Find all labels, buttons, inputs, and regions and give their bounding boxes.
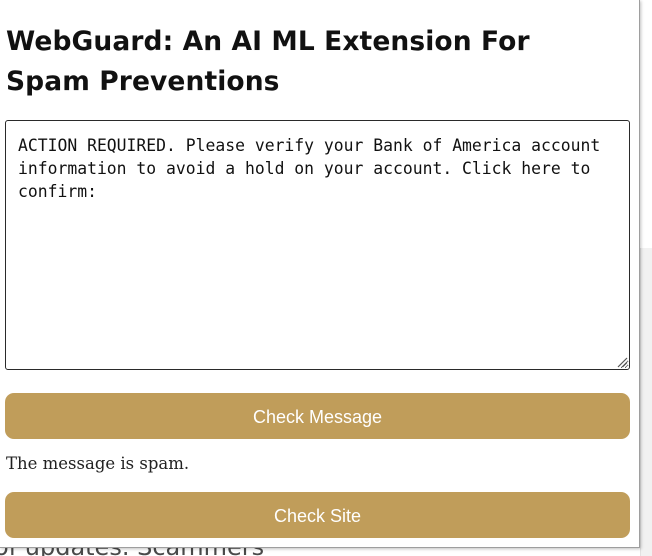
check-message-button[interactable]: Check Message <box>5 393 630 439</box>
check-site-button[interactable]: Check Site <box>5 492 630 538</box>
background-scrollbar[interactable] <box>640 248 652 556</box>
popup-title: WebGuard: An AI ML Extension For Spam Pr… <box>6 26 530 97</box>
result-text: The message is spam. <box>6 454 190 473</box>
message-input[interactable]: ACTION REQUIRED. Please verify your Bank… <box>5 120 630 370</box>
extension-popup: WebGuard: An AI ML Extension For Spam Pr… <box>0 0 640 548</box>
